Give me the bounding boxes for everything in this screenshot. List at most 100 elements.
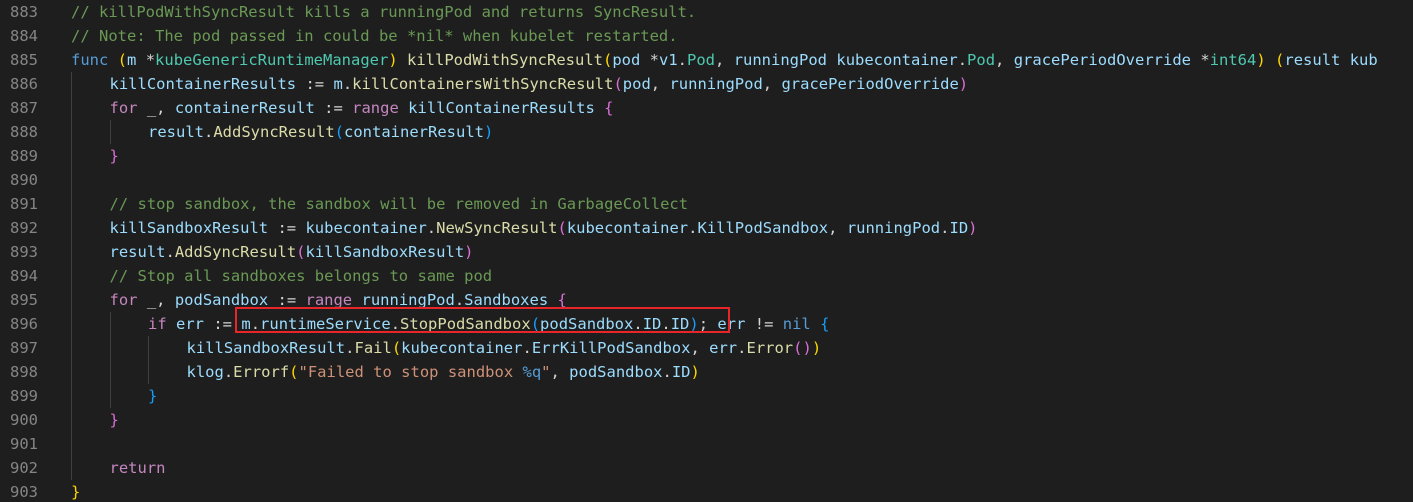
code-text: }: [110, 144, 119, 168]
code-editor[interactable]: 883 // killPodWithSyncResult kills a runn…: [0, 0, 1413, 502]
line-number: 888: [10, 123, 38, 141]
code-token: ID: [671, 363, 691, 381]
code-line[interactable]: 900}: [0, 408, 1413, 432]
line-number: 889: [10, 147, 38, 165]
code-line[interactable]: 884 // Note: The pod passed in could be *…: [0, 24, 1413, 48]
code-line[interactable]: 885 func (m *kubeGenericRuntimeManager) k…: [0, 48, 1413, 72]
code-line[interactable]: 883 // killPodWithSyncResult kills a runn…: [0, 0, 1413, 24]
code-token: kubecontainer: [305, 219, 427, 237]
code-token: .: [957, 51, 968, 69]
code-token: containerResult: [344, 123, 484, 141]
code-token: pod: [622, 75, 651, 93]
code-line[interactable]: 888 result.AddSyncResult(containerResult): [0, 120, 1413, 144]
code-token: podSandbox: [569, 363, 663, 381]
highlight-box: [235, 307, 730, 333]
code-token: _,: [137, 291, 175, 309]
code-line[interactable]: 890: [0, 168, 1413, 192]
code-token: ,: [828, 219, 847, 237]
code-text: }: [71, 480, 80, 502]
code-token: func: [71, 51, 109, 69]
code-token: int64: [1209, 51, 1257, 69]
code-token: }: [148, 387, 158, 405]
code-token: ): [811, 339, 822, 357]
code-token: AddSyncResult: [174, 243, 297, 261]
code-token: ,: [550, 363, 570, 381]
code-text: // Note: The pod passed in could be *nil…: [71, 24, 678, 48]
code-token: pod: [612, 51, 641, 69]
code-token: %q: [522, 363, 542, 381]
code-text: // stop sandbox, the sandbox will be rem…: [110, 192, 689, 216]
code-line[interactable]: 898 klog.Errorf("Failed to stop sandbox %…: [0, 360, 1413, 384]
code-line[interactable]: 893 result.AddSyncResult(killSandboxResul…: [0, 240, 1413, 264]
code-token: runningPod: [669, 75, 763, 93]
code-text: // Stop all sandboxes belongs to same po…: [110, 264, 493, 288]
code-text: killSandboxResult.Fail(kubecontainer.Err…: [187, 336, 822, 360]
code-line[interactable]: 887 for _, containerResult := range killC…: [0, 96, 1413, 120]
code-token: ): [484, 123, 494, 141]
code-line[interactable]: 903}: [0, 480, 1413, 502]
code-token: result: [148, 123, 204, 141]
code-token: // killPodWithSyncResult kills a running…: [71, 3, 697, 21]
code-token: // Stop all sandboxes belongs to same po…: [109, 267, 493, 285]
code-text: // killPodWithSyncResult kills a running…: [71, 0, 696, 24]
code-token: killSandboxResult: [186, 339, 346, 357]
code-token: }: [109, 147, 119, 165]
code-token: .: [223, 363, 234, 381]
code-token: }: [109, 411, 119, 429]
line-number: 902: [10, 459, 38, 477]
code-token: :=: [268, 219, 306, 237]
code-token: .: [204, 123, 214, 141]
line-number: 885: [10, 51, 38, 69]
line-number: 901: [10, 435, 38, 453]
line-number: 883: [10, 3, 38, 21]
code-line[interactable]: 892 killSandboxResult := kubecontainer.Ne…: [0, 216, 1413, 240]
code-token: (: [391, 339, 402, 357]
code-token: :=: [296, 75, 334, 93]
code-token: .: [426, 219, 437, 237]
code-token: {: [604, 99, 614, 117]
line-number: 897: [10, 339, 38, 357]
code-line[interactable]: 891 // stop sandbox, the sandbox will be …: [0, 192, 1413, 216]
code-token: m: [333, 75, 343, 93]
code-token: v1: [659, 51, 678, 69]
code-token: AddSyncResult: [213, 123, 335, 141]
code-line[interactable]: 902 return: [0, 456, 1413, 480]
code-token: killContainerResults: [109, 75, 297, 93]
code-text: klog.Errorf("Failed to stop sandbox %q",…: [187, 360, 700, 384]
code-token: kubecontainer: [836, 51, 958, 69]
code-line[interactable]: 889}: [0, 144, 1413, 168]
code-line[interactable]: 886 killContainerResults := m.killContain…: [0, 72, 1413, 96]
code-token: Pod: [687, 51, 716, 69]
code-token: *: [1191, 51, 1210, 69]
code-token: (: [602, 51, 613, 69]
line-number: 887: [10, 99, 38, 117]
code-token: for: [109, 99, 138, 117]
code-token: result: [109, 243, 166, 261]
line-number: 884: [10, 27, 38, 45]
code-line[interactable]: 899}: [0, 384, 1413, 408]
code-line[interactable]: 901: [0, 432, 1413, 456]
line-number: 900: [10, 411, 38, 429]
code-line[interactable]: 897 killSandboxResult.Fail(kubecontainer.…: [0, 336, 1413, 360]
code-text: }: [110, 408, 119, 432]
code-token: (: [289, 363, 299, 381]
code-line[interactable]: 894 // Stop all sandboxes belongs to same…: [0, 264, 1413, 288]
code-text: result.AddSyncResult(containerResult): [148, 120, 493, 144]
code-token: .: [662, 363, 672, 381]
code-token: killContainersWithSyncResult: [352, 75, 614, 93]
code-token: kub: [1340, 51, 1378, 69]
code-token: *: [640, 51, 659, 69]
code-text: killSandboxResult := kubecontainer.NewSy…: [110, 216, 978, 240]
code-token: // stop sandbox, the sandbox will be rem…: [109, 195, 689, 213]
code-token: gracePeriodOverride: [1013, 51, 1192, 69]
line-number: 890: [10, 171, 38, 189]
code-token: :=: [314, 99, 353, 117]
code-token: m: [127, 51, 137, 69]
code-token: *: [136, 51, 156, 69]
code-token: .: [165, 243, 175, 261]
code-token: ): [388, 51, 398, 69]
line-number: 891: [10, 195, 38, 213]
code-token: (: [296, 243, 306, 261]
